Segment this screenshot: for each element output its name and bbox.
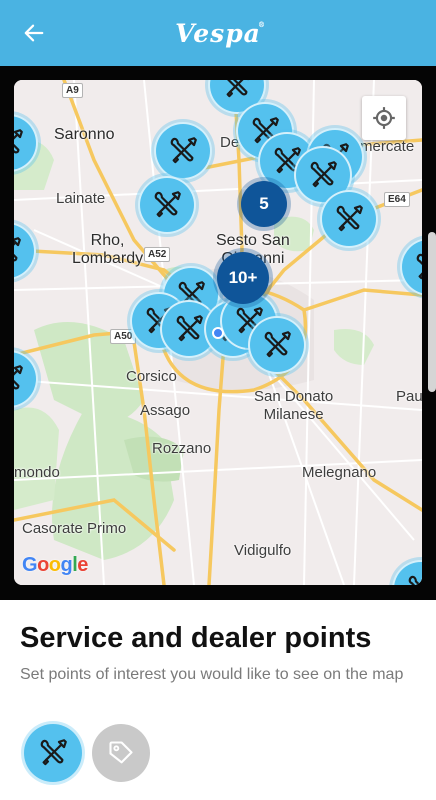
place-label: Vidigulfo — [234, 542, 292, 559]
wrench-screwdriver-icon — [224, 80, 251, 98]
wrench-screwdriver-icon — [40, 739, 67, 766]
wrench-screwdriver-icon — [336, 205, 363, 232]
scrollbar-thumb[interactable] — [428, 232, 436, 392]
place-label: mercate — [360, 138, 415, 155]
bottom-sheet: Service and dealer points Set points of … — [0, 600, 436, 800]
back-button[interactable] — [18, 17, 50, 49]
map-view[interactable]: Saronno Lainate Rho, Lombardy Sesto San … — [14, 80, 422, 585]
wrench-screwdriver-icon — [176, 315, 203, 342]
place-label: Assago — [140, 402, 191, 419]
place-label: Pau — [396, 388, 422, 405]
my-location-button[interactable] — [362, 96, 406, 140]
wrench-screwdriver-icon — [408, 575, 422, 585]
wrench-screwdriver-icon — [14, 237, 21, 264]
crosshair-icon — [373, 107, 395, 129]
arrow-left-icon — [24, 24, 44, 42]
cluster-marker[interactable]: 5 — [241, 181, 287, 227]
wrench-screwdriver-icon — [14, 365, 23, 392]
registered-mark: ® — [258, 20, 266, 29]
place-label: Casorate Primo — [22, 520, 127, 537]
service-filter-toggle[interactable] — [24, 724, 82, 782]
wrench-screwdriver-icon — [14, 129, 23, 156]
service-point-marker[interactable] — [320, 190, 378, 248]
place-label: Corsico — [126, 368, 177, 385]
place-label: Saronno — [54, 126, 115, 143]
wrench-screwdriver-icon — [416, 253, 422, 280]
wrench-screwdriver-icon — [310, 161, 337, 188]
wrench-screwdriver-icon — [264, 331, 291, 358]
road-shield: E64 — [384, 192, 410, 207]
service-point-marker[interactable] — [138, 176, 196, 234]
place-label: Melegnano — [302, 464, 377, 481]
wrench-screwdriver-icon — [170, 137, 197, 164]
current-location-dot — [212, 327, 224, 339]
service-point-marker[interactable] — [154, 122, 212, 180]
place-label: Lainate — [56, 190, 106, 207]
logo-text: Vespa — [175, 18, 261, 48]
place-label: Rho, Lombardy — [72, 232, 144, 267]
cluster-marker[interactable]: 10+ — [217, 252, 269, 304]
dealer-filter-toggle[interactable] — [92, 724, 150, 782]
place-label: Rozzano — [152, 440, 212, 457]
road-shield: A9 — [62, 83, 83, 98]
google-attribution: Google — [22, 554, 88, 576]
sheet-subtitle: Set points of interest you would like to… — [20, 666, 404, 683]
tag-icon — [109, 741, 133, 764]
app-bar: Vespa ® — [0, 0, 436, 66]
vespa-logo: Vespa ® — [168, 14, 268, 52]
road-shield: A52 — [144, 247, 171, 262]
wrench-screwdriver-icon — [154, 191, 181, 218]
place-label: San Donato Milanese — [254, 388, 334, 423]
place-label: mondo — [14, 464, 60, 481]
service-point-marker[interactable] — [248, 316, 306, 374]
sheet-title: Service and dealer points — [20, 622, 372, 654]
